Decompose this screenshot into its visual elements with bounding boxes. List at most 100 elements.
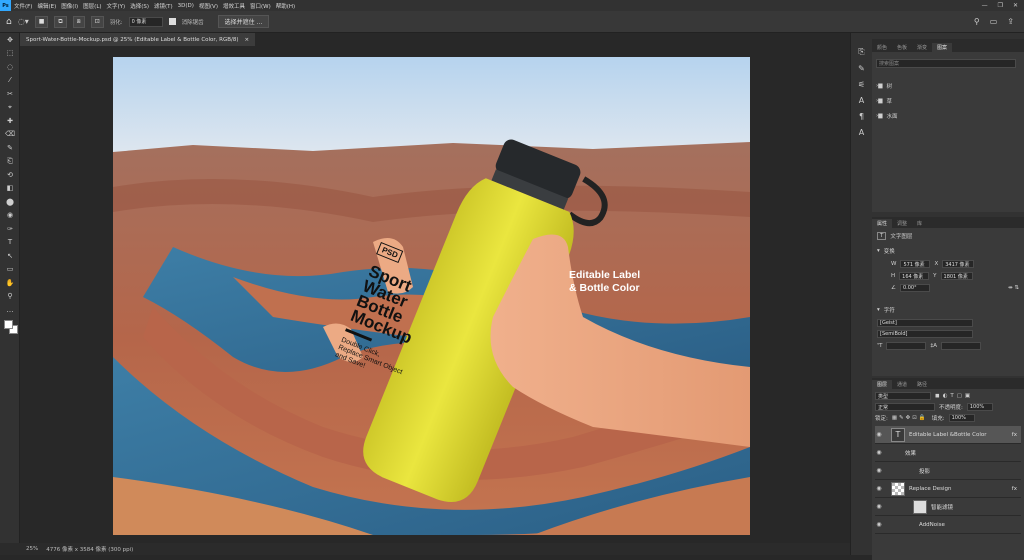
menu-select[interactable]: 选择(S) bbox=[130, 2, 149, 10]
adjustments-icon[interactable]: ⚟ bbox=[858, 80, 865, 89]
glyphs-icon[interactable]: A bbox=[859, 128, 864, 137]
search-icon[interactable]: ⚲ bbox=[974, 17, 980, 26]
filter-icons[interactable]: ◼◐T▢▣ bbox=[935, 393, 973, 399]
tool-20-icon[interactable]: … bbox=[0, 303, 20, 317]
add-selection-button[interactable]: ⧉ bbox=[54, 15, 67, 28]
mockup-image[interactable]: PSD Sport Water Bottle Mockup Double Cli… bbox=[113, 57, 750, 535]
visibility-eye-icon[interactable]: ◉ bbox=[875, 485, 883, 492]
menu-edit[interactable]: 编辑(E) bbox=[37, 2, 56, 10]
tool-18-icon[interactable]: ✋ bbox=[0, 276, 20, 290]
tool-16-icon[interactable]: ↖ bbox=[0, 249, 20, 263]
visibility-eye-icon[interactable]: ◉ bbox=[875, 467, 883, 474]
font-style-select[interactable]: [SemiBold] bbox=[877, 330, 973, 338]
pattern-folder-tree[interactable]: ›▆ 树 bbox=[876, 82, 1020, 90]
layer-kind-filter[interactable]: 类型 bbox=[875, 392, 931, 400]
tool-12-icon[interactable]: ⬤ bbox=[0, 195, 20, 209]
tab-swatches[interactable]: 色板 bbox=[892, 43, 912, 52]
tab-libraries[interactable]: 库 bbox=[912, 219, 927, 228]
paragraph-icon[interactable]: ¶ bbox=[859, 112, 864, 121]
antialias-checkbox[interactable] bbox=[168, 18, 176, 25]
menu-help[interactable]: 帮助(H) bbox=[276, 2, 295, 10]
tool-6-icon[interactable]: ✚ bbox=[0, 114, 20, 128]
tool-2-icon[interactable]: ◌ bbox=[0, 60, 20, 74]
tool-3-icon[interactable]: ⁄ bbox=[0, 74, 20, 88]
effects-icon[interactable]: fx bbox=[1012, 432, 1017, 438]
font-size-input[interactable] bbox=[886, 342, 927, 350]
blend-mode-select[interactable]: 正常 bbox=[875, 403, 935, 411]
zoom-level[interactable]: 25% bbox=[26, 546, 38, 552]
layer-row[interactable]: ◉ T Editable Label &Bottle Color fx bbox=[875, 426, 1021, 444]
menu-image[interactable]: 图像(I) bbox=[61, 2, 78, 10]
height-input[interactable]: 164 像素 bbox=[899, 272, 930, 280]
history-icon[interactable]: ⎘ bbox=[858, 47, 864, 57]
visibility-eye-icon[interactable]: ◉ bbox=[875, 521, 883, 528]
font-family-select[interactable]: [Geist] bbox=[877, 319, 973, 327]
angle-input[interactable]: 0.00° bbox=[899, 284, 930, 292]
select-and-mask-button[interactable]: 选择并遮住 ... bbox=[217, 15, 270, 28]
document-tab[interactable]: Sport-Water-Bottle-Mockup.psd @ 25% (Edi… bbox=[20, 33, 256, 46]
layer-row[interactable]: ◉ 智能滤镜 bbox=[875, 498, 1021, 516]
workspace-icon[interactable]: ▭ bbox=[990, 17, 998, 26]
fill-input[interactable]: 100% bbox=[948, 414, 975, 422]
tab-adjustments[interactable]: 调整 bbox=[892, 219, 912, 228]
flip-icons[interactable]: ⇹ ⇅ bbox=[1008, 285, 1019, 291]
tool-5-icon[interactable]: ⌖ bbox=[0, 101, 20, 115]
menu-view[interactable]: 视图(V) bbox=[199, 2, 218, 10]
chevron-down-icon[interactable]: ▾ bbox=[877, 307, 880, 313]
brush-settings-icon[interactable]: ✎ bbox=[858, 64, 865, 73]
pattern-folder-water[interactable]: ›▆ 水面 bbox=[876, 112, 1020, 120]
menu-3d[interactable]: 3D(D) bbox=[178, 3, 194, 9]
close-tab-icon[interactable]: × bbox=[245, 37, 250, 43]
tab-patterns[interactable]: 图案 bbox=[932, 43, 953, 52]
pattern-folder-grass[interactable]: ›▆ 草 bbox=[876, 97, 1020, 105]
share-icon[interactable]: ⇪ bbox=[1007, 17, 1014, 26]
layer-row[interactable]: ◉ 投影 bbox=[875, 462, 1021, 480]
color-swatches[interactable] bbox=[0, 317, 20, 339]
tab-color[interactable]: 颜色 bbox=[872, 43, 892, 52]
paragraph-style-icon[interactable]: A bbox=[859, 96, 864, 105]
tool-8-icon[interactable]: ✎ bbox=[0, 141, 20, 155]
layer-row[interactable]: ◉ AddNoise bbox=[875, 516, 1021, 534]
minimize-button[interactable]: — bbox=[982, 2, 988, 9]
tool-17-icon[interactable]: ▭ bbox=[0, 263, 20, 277]
tool-14-icon[interactable]: ✑ bbox=[0, 222, 20, 236]
canvas-area[interactable]: PSD Sport Water Bottle Mockup Double Cli… bbox=[20, 46, 850, 543]
layer-row[interactable]: ◉ 效果 bbox=[875, 444, 1021, 462]
visibility-eye-icon[interactable]: ◉ bbox=[875, 449, 883, 456]
visibility-eye-icon[interactable]: ◉ bbox=[875, 431, 883, 438]
tool-9-icon[interactable]: ⎗ bbox=[0, 155, 20, 169]
tab-gradients[interactable]: 渐变 bbox=[912, 43, 932, 52]
lock-icons[interactable]: ▦✎✥⊡🔒 bbox=[892, 415, 928, 421]
maximize-button[interactable]: ❐ bbox=[998, 2, 1003, 9]
tool-4-icon[interactable]: ✂ bbox=[0, 87, 20, 101]
tab-properties[interactable]: 属性 bbox=[872, 219, 893, 228]
y-input[interactable]: 1801 像素 bbox=[940, 272, 973, 280]
tab-paths[interactable]: 路径 bbox=[912, 380, 932, 389]
close-button[interactable]: ✕ bbox=[1013, 2, 1018, 9]
tool-10-icon[interactable]: ⟲ bbox=[0, 168, 20, 182]
home-icon[interactable]: ⌂ bbox=[6, 17, 12, 27]
chevron-down-icon[interactable]: ▾ bbox=[877, 248, 880, 254]
feather-input[interactable]: 0 像素 bbox=[128, 16, 163, 27]
tool-19-icon[interactable]: ⚲ bbox=[0, 290, 20, 304]
lasso-preset-icon[interactable]: ◌▾ bbox=[18, 17, 29, 26]
tool-7-icon[interactable]: ⌫ bbox=[0, 128, 20, 142]
opacity-input[interactable]: 100% bbox=[966, 403, 993, 411]
tool-0-icon[interactable]: ✥ bbox=[0, 33, 20, 47]
width-input[interactable]: 571 像素 bbox=[900, 260, 931, 268]
visibility-eye-icon[interactable]: ◉ bbox=[875, 503, 883, 510]
tab-channels[interactable]: 通道 bbox=[892, 380, 912, 389]
layer-row[interactable]: ◉ Replace Design fx bbox=[875, 480, 1021, 498]
menu-plugins[interactable]: 增效工具 bbox=[223, 2, 245, 10]
menu-window[interactable]: 窗口(W) bbox=[250, 2, 271, 10]
menu-filter[interactable]: 滤镜(T) bbox=[154, 2, 173, 10]
subtract-selection-button[interactable]: ⧈ bbox=[72, 15, 85, 28]
menu-layer[interactable]: 图层(L) bbox=[83, 2, 101, 10]
leading-input[interactable] bbox=[941, 342, 981, 350]
tool-11-icon[interactable]: ◧ bbox=[0, 182, 20, 196]
tool-13-icon[interactable]: ◉ bbox=[0, 209, 20, 223]
menu-type[interactable]: 文字(Y) bbox=[107, 2, 126, 10]
new-selection-button[interactable]: ■ bbox=[34, 15, 49, 28]
x-input[interactable]: 3417 像素 bbox=[942, 260, 975, 268]
effects-icon[interactable]: fx bbox=[1012, 486, 1017, 492]
